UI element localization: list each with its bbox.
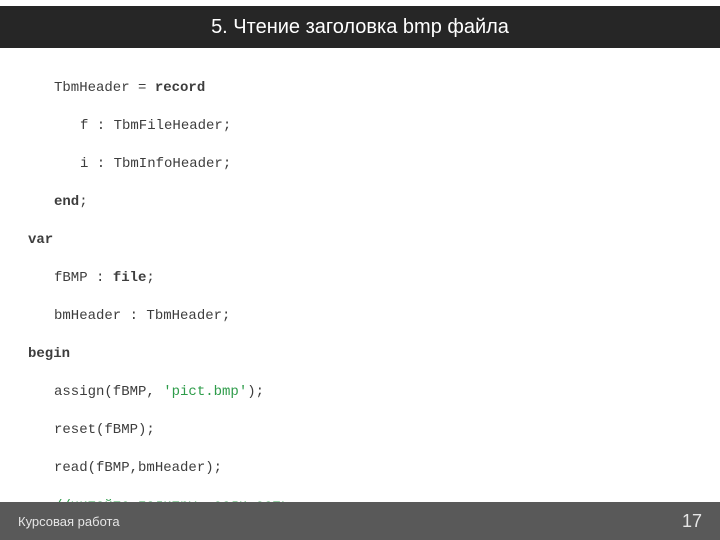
- code-line: f : TbmFileHeader;: [28, 117, 700, 136]
- code-line: TbmHeader = record: [28, 79, 700, 98]
- code-line: read(fBMP,bmHeader);: [28, 459, 700, 478]
- code-line: reset(fBMP);: [28, 421, 700, 440]
- slide-title-bar: 5. Чтение заголовка bmp файла: [0, 6, 720, 48]
- code-line: assign(fBMP, 'pict.bmp');: [28, 383, 700, 402]
- footer-bar: Курсовая работа 17: [0, 502, 720, 540]
- code-block: TbmHeader = record f : TbmFileHeader; i …: [28, 60, 700, 486]
- slide: { "title": "5. Чтение заголовка bmp файл…: [0, 0, 720, 540]
- code-line: fBMP : file;: [28, 269, 700, 288]
- page-number: 17: [682, 511, 702, 532]
- code-line: end;: [28, 193, 700, 212]
- code-line: bmHeader : TbmHeader;: [28, 307, 700, 326]
- footer-label: Курсовая работа: [18, 514, 120, 529]
- code-line: var: [28, 231, 700, 250]
- code-line: begin: [28, 345, 700, 364]
- slide-title: 5. Чтение заголовка bmp файла: [211, 16, 509, 39]
- code-line: i : TbmInfoHeader;: [28, 155, 700, 174]
